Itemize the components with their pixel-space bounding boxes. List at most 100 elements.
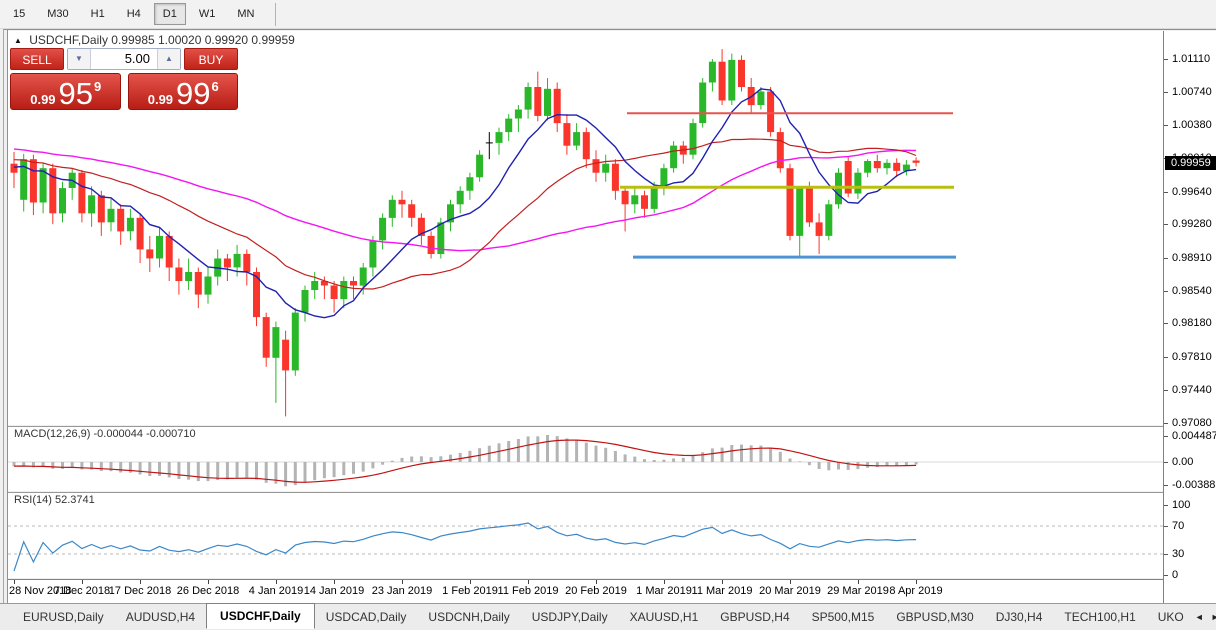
tab-tech100-h1[interactable]: TECH100,H1 bbox=[1053, 605, 1146, 629]
tabs-scroll-right-icon[interactable]: ► bbox=[1211, 612, 1216, 622]
macd-indicator-pane[interactable]: MACD(12,26,9) -0.000044 -0.000710 bbox=[8, 426, 1163, 491]
date-axis-label: 20 Mar 2019 bbox=[759, 585, 821, 597]
date-tick bbox=[208, 580, 209, 584]
date-tick bbox=[596, 580, 597, 584]
tab-uko[interactable]: UKO bbox=[1147, 605, 1195, 629]
sell-price-prefix: 0.99 bbox=[30, 92, 55, 107]
tab-usdcad-daily[interactable]: USDCAD,Daily bbox=[315, 605, 418, 629]
tab-gbpusd-m30[interactable]: GBPUSD,M30 bbox=[885, 605, 984, 629]
date-tick bbox=[82, 580, 83, 584]
rsi-label: RSI(14) 52.3741 bbox=[14, 494, 95, 506]
tab-scroll-controls: ◄ ► bbox=[1195, 612, 1216, 622]
buy-button[interactable]: BUY bbox=[184, 48, 238, 70]
date-axis-label: 11 Mar 2019 bbox=[692, 585, 753, 597]
macd-values: -0.000044 -0.000710 bbox=[93, 428, 195, 440]
date-tick bbox=[276, 580, 277, 584]
rsi-name: RSI(14) bbox=[14, 494, 52, 506]
timeframe-h4[interactable]: H4 bbox=[118, 3, 150, 25]
rsi-axis-label: 30 bbox=[1172, 548, 1184, 560]
buy-price-main: 99 bbox=[176, 78, 210, 109]
price-axis-label: 1.01110 bbox=[1172, 53, 1210, 65]
price-axis[interactable]: 1.011101.007401.003801.000100.996400.992… bbox=[1163, 31, 1216, 603]
sell-price-button[interactable]: 0.99 95 9 bbox=[10, 73, 121, 110]
price-axis-label: 1.00740 bbox=[1172, 86, 1212, 98]
rsi-chart[interactable] bbox=[8, 493, 1163, 578]
macd-axis-label: 0.004487 bbox=[1172, 430, 1216, 442]
rsi-indicator-pane[interactable]: RSI(14) 52.3741 bbox=[8, 492, 1163, 578]
toolbar-separator bbox=[275, 3, 276, 26]
date-axis-label: 1 Feb 2019 bbox=[442, 585, 498, 597]
tabs-scroll-left-icon[interactable]: ◄ bbox=[1195, 612, 1204, 622]
tab-sp500-m15[interactable]: SP500,M15 bbox=[801, 605, 886, 629]
tab-eurusd-daily[interactable]: EURUSD,Daily bbox=[12, 605, 115, 629]
rsi-axis-label: 100 bbox=[1172, 499, 1190, 511]
chart-ohlc-values: 0.99985 1.00020 0.99920 0.99959 bbox=[111, 33, 295, 47]
date-axis-label: 8 Apr 2019 bbox=[889, 585, 942, 597]
date-axis-label: 20 Feb 2019 bbox=[565, 585, 627, 597]
mt4-terminal: 15 M30 H1 H4 D1 W1 MN ▲ USDCHF,Daily 0.9… bbox=[0, 0, 1216, 630]
timeframe-toolbar: 15 M30 H1 H4 D1 W1 MN bbox=[0, 0, 1216, 29]
timeframe-h1[interactable]: H1 bbox=[82, 3, 114, 25]
date-axis-label: 14 Jan 2019 bbox=[304, 585, 365, 597]
volume-increase-button[interactable]: ▲ bbox=[157, 49, 180, 69]
tab-usdcnh-daily[interactable]: USDCNH,Daily bbox=[417, 605, 520, 629]
price-axis-label: 0.99280 bbox=[1172, 218, 1212, 230]
one-click-trading-widget: SELL ▼ 5.00 ▲ BUY 0.99 95 9 0.99 99 6 bbox=[10, 48, 238, 110]
macd-name: MACD(12,26,9) bbox=[14, 428, 90, 440]
macd-axis-label: -0.003883 bbox=[1172, 479, 1216, 491]
price-axis-label: 0.98910 bbox=[1172, 252, 1212, 264]
macd-label: MACD(12,26,9) -0.000044 -0.000710 bbox=[14, 428, 196, 440]
date-tick bbox=[402, 580, 403, 584]
volume-spinner: ▼ 5.00 ▲ bbox=[67, 48, 181, 70]
tab-usdjpy-daily[interactable]: USDJPY,Daily bbox=[521, 605, 619, 629]
tab-usdchf-daily[interactable]: USDCHF,Daily bbox=[206, 603, 315, 629]
date-tick bbox=[334, 580, 335, 584]
timeframe-m30[interactable]: M30 bbox=[38, 3, 77, 25]
timeframe-w1[interactable]: W1 bbox=[190, 3, 225, 25]
chart-symbol-label: USDCHF,Daily bbox=[29, 33, 108, 47]
window-border bbox=[3, 29, 4, 603]
price-axis-label: 0.97080 bbox=[1172, 417, 1212, 429]
date-tick bbox=[916, 580, 917, 584]
chart-header: ▲ USDCHF,Daily 0.99985 1.00020 0.99920 0… bbox=[14, 33, 295, 47]
current-price-tag: 0.99959 bbox=[1165, 156, 1216, 170]
date-axis-label: 23 Jan 2019 bbox=[372, 585, 433, 597]
date-tick bbox=[790, 580, 791, 584]
date-axis[interactable]: 28 Nov 20187 Dec 201817 Dec 201826 Dec 2… bbox=[8, 579, 1163, 603]
tab-dj30-h4[interactable]: DJ30,H4 bbox=[985, 605, 1054, 629]
rsi-axis-label: 0 bbox=[1172, 569, 1178, 581]
price-axis-label: 0.97810 bbox=[1172, 351, 1212, 363]
price-axis-label: 1.00380 bbox=[1172, 119, 1212, 131]
date-tick bbox=[722, 580, 723, 584]
date-tick bbox=[528, 580, 529, 584]
tab-xauusd-h1[interactable]: XAUUSD,H1 bbox=[619, 605, 710, 629]
timeframe-d1[interactable]: D1 bbox=[154, 3, 186, 25]
rsi-value: 52.3741 bbox=[55, 494, 95, 506]
buy-price-pip: 6 bbox=[212, 79, 219, 94]
price-axis-label: 0.98180 bbox=[1172, 317, 1212, 329]
price-axis-label: 0.97440 bbox=[1172, 384, 1212, 396]
date-tick bbox=[14, 580, 15, 584]
volume-input[interactable]: 5.00 bbox=[91, 49, 157, 69]
date-axis-label: 4 Jan 2019 bbox=[249, 585, 303, 597]
date-axis-label: 7 Dec 2018 bbox=[54, 585, 110, 597]
price-chart-pane[interactable]: ▲ USDCHF,Daily 0.99985 1.00020 0.99920 0… bbox=[8, 31, 1163, 425]
timeframe-m15[interactable]: 15 bbox=[4, 3, 34, 25]
collapse-icon[interactable]: ▲ bbox=[14, 36, 22, 45]
date-tick bbox=[140, 580, 141, 584]
chart-tab-bar: EURUSD,Daily AUDUSD,H4 USDCHF,Daily USDC… bbox=[0, 603, 1216, 630]
date-tick bbox=[858, 580, 859, 584]
macd-axis-label: 0.00 bbox=[1172, 456, 1193, 468]
date-axis-label: 26 Dec 2018 bbox=[177, 585, 239, 597]
tab-audusd-h4[interactable]: AUDUSD,H4 bbox=[115, 605, 206, 629]
date-tick bbox=[664, 580, 665, 584]
tab-gbpusd-h4[interactable]: GBPUSD,H4 bbox=[709, 605, 800, 629]
timeframe-mn[interactable]: MN bbox=[228, 3, 263, 25]
sell-price-main: 95 bbox=[59, 78, 93, 109]
buy-price-button[interactable]: 0.99 99 6 bbox=[128, 73, 239, 110]
volume-decrease-button[interactable]: ▼ bbox=[68, 49, 91, 69]
date-axis-label: 11 Feb 2019 bbox=[498, 585, 559, 597]
sell-price-pip: 9 bbox=[94, 79, 101, 94]
window-border bbox=[3, 29, 1216, 30]
sell-button[interactable]: SELL bbox=[10, 48, 64, 70]
